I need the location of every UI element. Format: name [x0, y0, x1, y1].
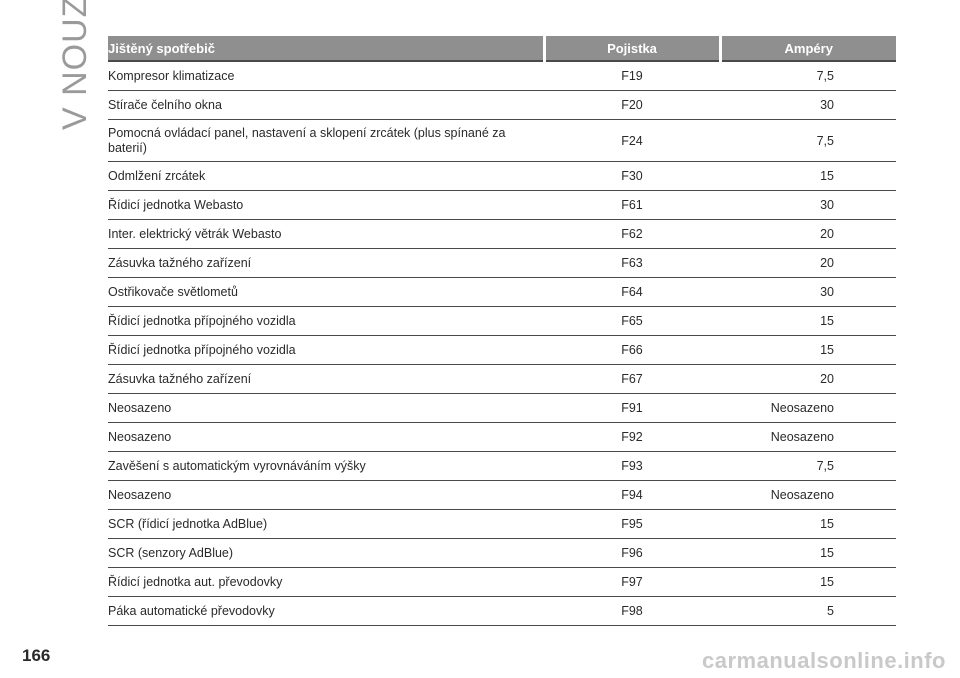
- table-row: Inter. elektrický větrák Webasto F62 20: [108, 219, 896, 249]
- table-row: SCR (senzory AdBlue) F96 15: [108, 538, 896, 568]
- cell-amps: 15: [720, 335, 896, 365]
- cell-fuse: F24: [544, 119, 720, 162]
- cell-consumer: Páka automatické převodovky: [108, 596, 544, 626]
- cell-amps: 7,5: [720, 61, 896, 91]
- cell-amps: 15: [720, 161, 896, 191]
- cell-consumer: Řídicí jednotka přípojného vozidla: [108, 335, 544, 365]
- cell-fuse: F61: [544, 190, 720, 220]
- table-row: Neosazeno F92 Neosazeno: [108, 422, 896, 452]
- table-row: Řídicí jednotka přípojného vozidla F66 15: [108, 335, 896, 365]
- cell-amps: Neosazeno: [720, 480, 896, 510]
- table-row: Páka automatické převodovky F98 5: [108, 596, 896, 626]
- cell-consumer: Pomocná ovládací panel, nastavení a sklo…: [108, 119, 544, 162]
- cell-consumer: Neosazeno: [108, 422, 544, 452]
- cell-amps: 15: [720, 306, 896, 336]
- cell-amps: 15: [720, 567, 896, 597]
- cell-amps: 20: [720, 219, 896, 249]
- table-header-row: Jištěný spotřebič Pojistka Ampéry: [108, 36, 896, 62]
- cell-consumer: Ostřikovače světlometů: [108, 277, 544, 307]
- cell-amps: 15: [720, 538, 896, 568]
- section-title: V NOUZI: [52, 0, 94, 130]
- cell-amps: 30: [720, 277, 896, 307]
- cell-amps: 7,5: [720, 451, 896, 481]
- cell-fuse: F96: [544, 538, 720, 568]
- table-row: Zásuvka tažného zařízení F67 20: [108, 364, 896, 394]
- table-row: Odmlžení zrcátek F30 15: [108, 161, 896, 191]
- table-row: Kompresor klimatizace F19 7,5: [108, 61, 896, 91]
- cell-fuse: F94: [544, 480, 720, 510]
- cell-fuse: F97: [544, 567, 720, 597]
- cell-fuse: F20: [544, 90, 720, 120]
- table-row: Zásuvka tažného zařízení F63 20: [108, 248, 896, 278]
- cell-amps: 7,5: [720, 119, 896, 162]
- header-fuse: Pojistka: [544, 36, 722, 62]
- cell-fuse: F98: [544, 596, 720, 626]
- cell-fuse: F93: [544, 451, 720, 481]
- table-row: SCR (řídicí jednotka AdBlue) F95 15: [108, 509, 896, 539]
- watermark: carmanualsonline.info: [702, 648, 946, 673]
- cell-amps: 15: [720, 509, 896, 539]
- cell-fuse: F66: [544, 335, 720, 365]
- cell-consumer: Neosazeno: [108, 480, 544, 510]
- header-amps: Ampéry: [720, 36, 896, 62]
- cell-fuse: F95: [544, 509, 720, 539]
- cell-consumer: Zásuvka tažného zařízení: [108, 248, 544, 278]
- cell-amps: Neosazeno: [720, 422, 896, 452]
- cell-amps: 30: [720, 90, 896, 120]
- table-row: Neosazeno F91 Neosazeno: [108, 393, 896, 423]
- header-consumer: Jištěný spotřebič: [108, 36, 546, 62]
- cell-consumer: Odmlžení zrcátek: [108, 161, 544, 191]
- page-number: 166: [22, 646, 51, 665]
- cell-amps: 20: [720, 248, 896, 278]
- cell-consumer: Neosazeno: [108, 393, 544, 423]
- cell-consumer: Řídicí jednotka aut. převodovky: [108, 567, 544, 597]
- section-title-text: V NOUZI: [56, 0, 94, 130]
- cell-consumer: Stírače čelního okna: [108, 90, 544, 120]
- cell-consumer: Kompresor klimatizace: [108, 61, 544, 91]
- cell-fuse: F67: [544, 364, 720, 394]
- cell-amps: 20: [720, 364, 896, 394]
- table-row: Stírače čelního okna F20 30: [108, 90, 896, 120]
- cell-consumer: Řídicí jednotka Webasto: [108, 190, 544, 220]
- table-row: Pomocná ovládací panel, nastavení a sklo…: [108, 119, 896, 162]
- cell-amps: Neosazeno: [720, 393, 896, 423]
- cell-consumer: Inter. elektrický větrák Webasto: [108, 219, 544, 249]
- cell-consumer: Zásuvka tažného zařízení: [108, 364, 544, 394]
- cell-fuse: F91: [544, 393, 720, 423]
- fuse-table: Jištěný spotřebič Pojistka Ampéry Kompre…: [108, 36, 896, 626]
- table-row: Zavěšení s automatickým vyrovnáváním výš…: [108, 451, 896, 481]
- cell-amps: 5: [720, 596, 896, 626]
- cell-fuse: F65: [544, 306, 720, 336]
- cell-consumer: Řídicí jednotka přípojného vozidla: [108, 306, 544, 336]
- cell-fuse: F92: [544, 422, 720, 452]
- table-row: Řídicí jednotka Webasto F61 30: [108, 190, 896, 220]
- cell-fuse: F62: [544, 219, 720, 249]
- table-row: Ostřikovače světlometů F64 30: [108, 277, 896, 307]
- cell-consumer: SCR (senzory AdBlue): [108, 538, 544, 568]
- cell-amps: 30: [720, 190, 896, 220]
- table-row: Řídicí jednotka aut. převodovky F97 15: [108, 567, 896, 597]
- cell-consumer: Zavěšení s automatickým vyrovnáváním výš…: [108, 451, 544, 481]
- cell-consumer: SCR (řídicí jednotka AdBlue): [108, 509, 544, 539]
- cell-fuse: F19: [544, 61, 720, 91]
- cell-fuse: F64: [544, 277, 720, 307]
- table-row: Řídicí jednotka přípojného vozidla F65 15: [108, 306, 896, 336]
- table-row: Neosazeno F94 Neosazeno: [108, 480, 896, 510]
- cell-fuse: F30: [544, 161, 720, 191]
- cell-fuse: F63: [544, 248, 720, 278]
